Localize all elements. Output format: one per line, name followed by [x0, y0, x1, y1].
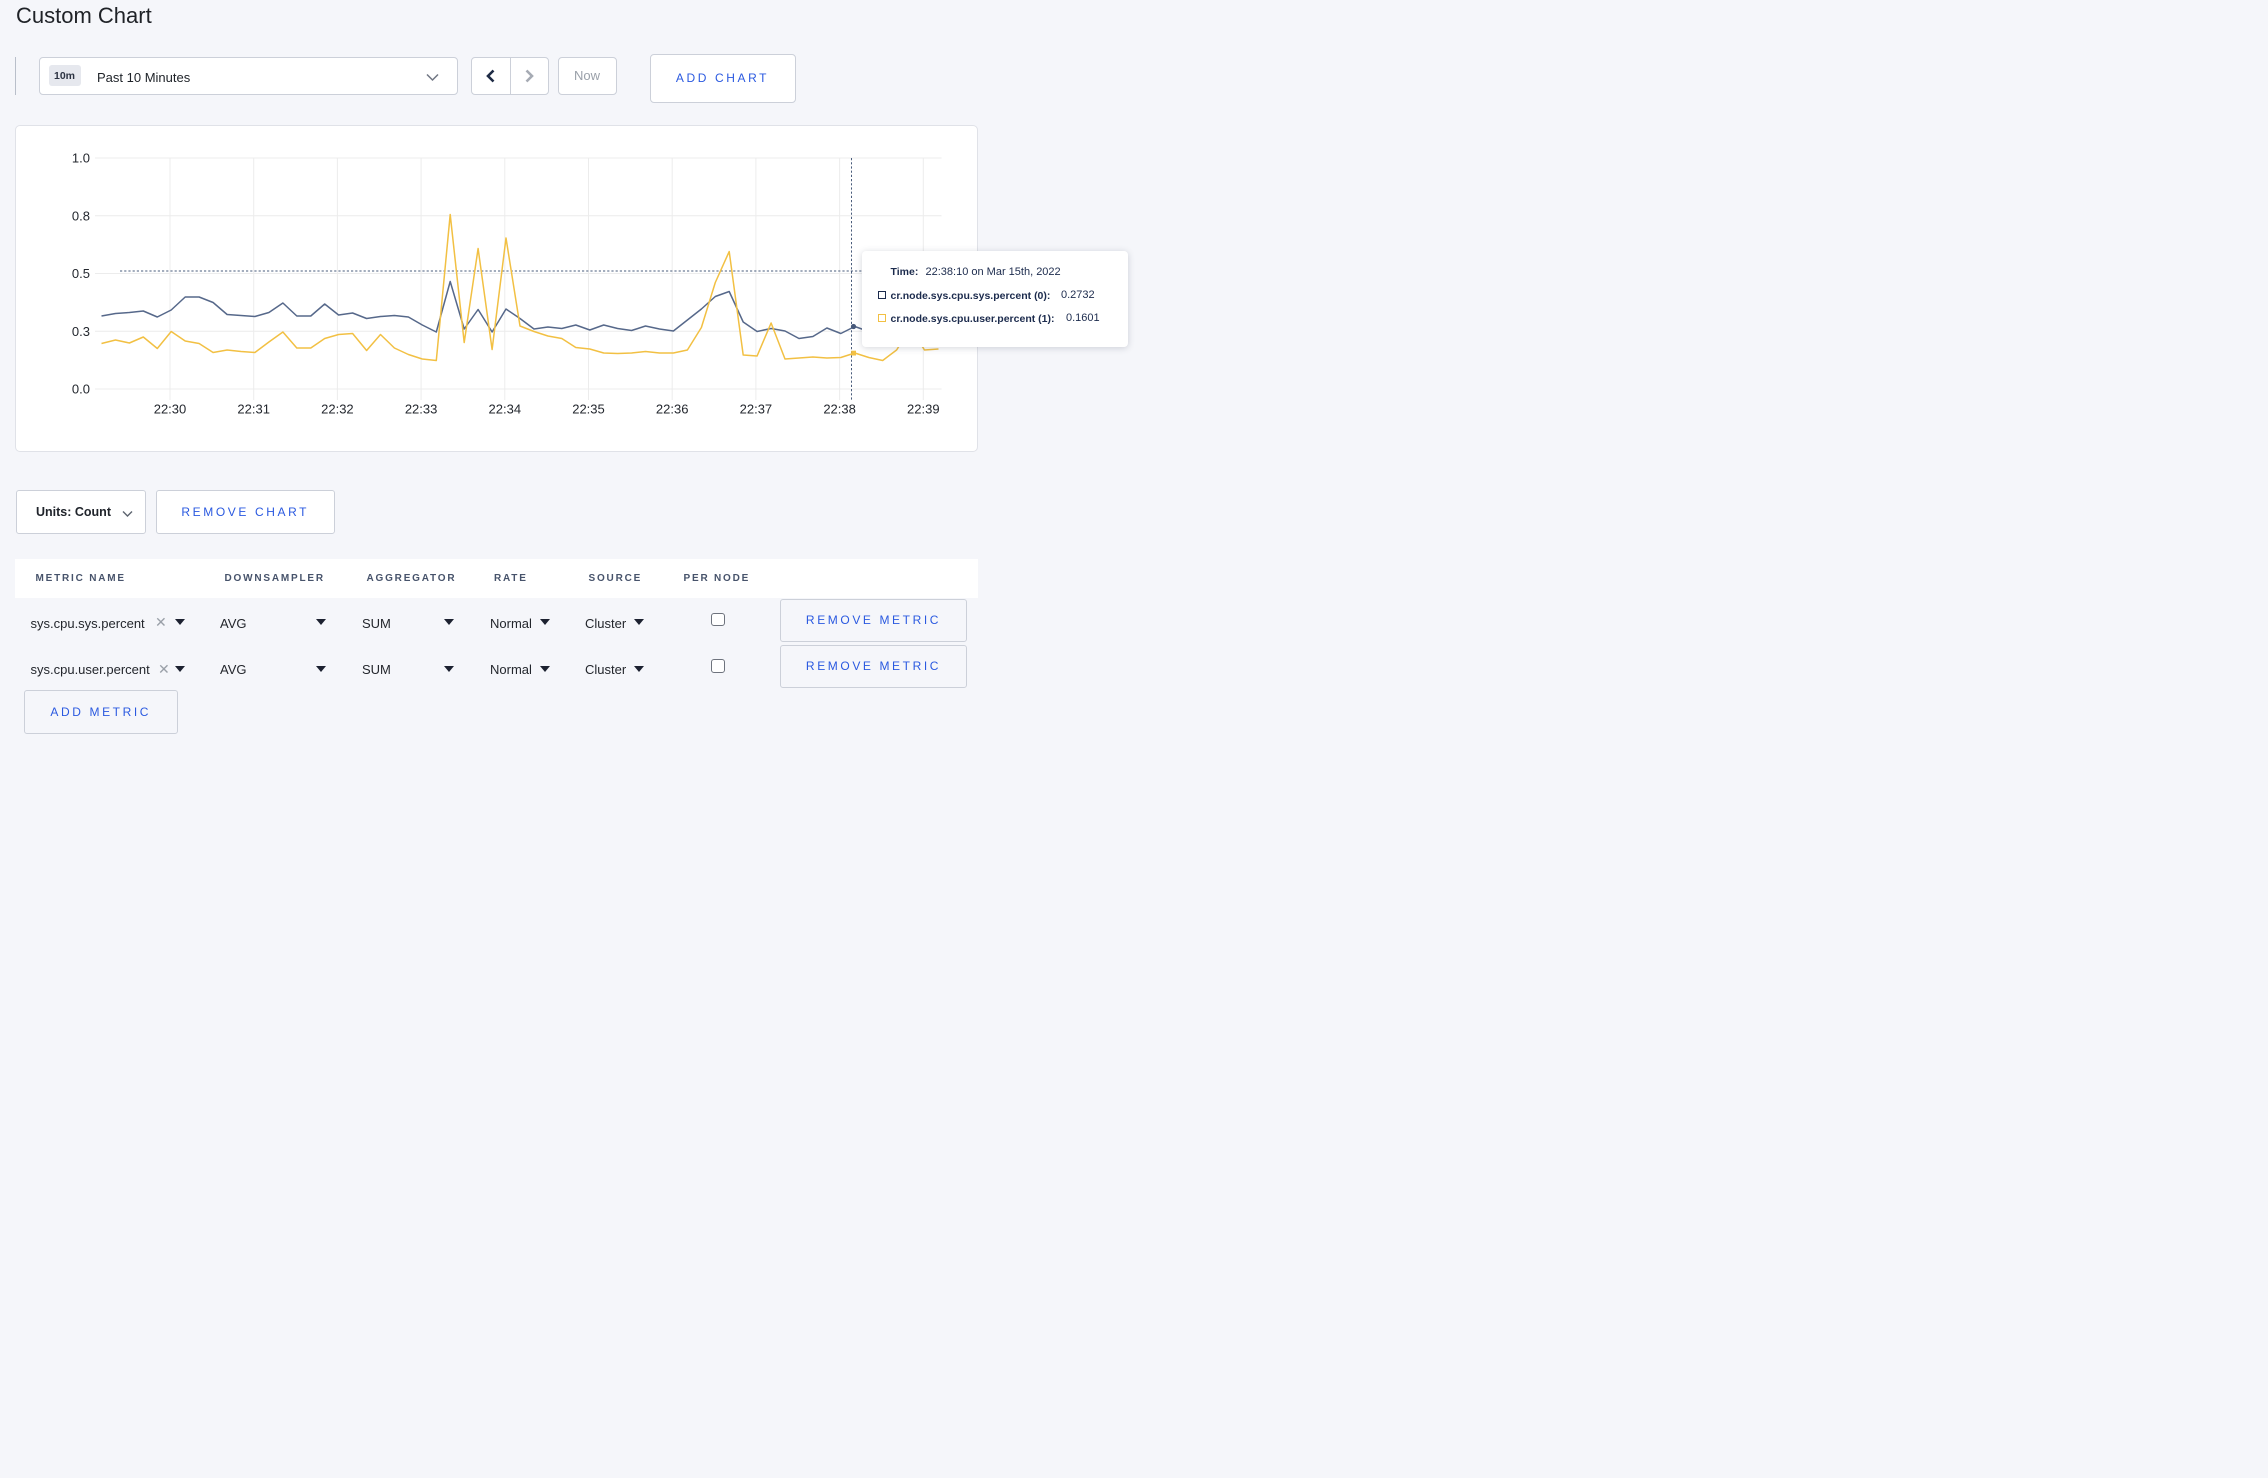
svg-text:1.0: 1.0 — [72, 151, 90, 166]
svg-text:22:38: 22:38 — [823, 402, 856, 417]
svg-text:0.0: 0.0 — [72, 382, 90, 397]
svg-text:22:39: 22:39 — [907, 402, 940, 417]
svg-text:22:32: 22:32 — [321, 402, 354, 417]
svg-text:22:35: 22:35 — [572, 402, 605, 417]
svg-text:22:30: 22:30 — [154, 402, 187, 417]
svg-text:22:36: 22:36 — [656, 402, 689, 417]
svg-text:22:37: 22:37 — [740, 402, 773, 417]
svg-text:22:34: 22:34 — [489, 402, 522, 417]
svg-text:22:31: 22:31 — [237, 402, 270, 417]
svg-text:0.3: 0.3 — [72, 324, 90, 339]
svg-text:22:33: 22:33 — [405, 402, 438, 417]
svg-text:0.8: 0.8 — [72, 208, 90, 223]
svg-text:0.5: 0.5 — [72, 266, 90, 281]
